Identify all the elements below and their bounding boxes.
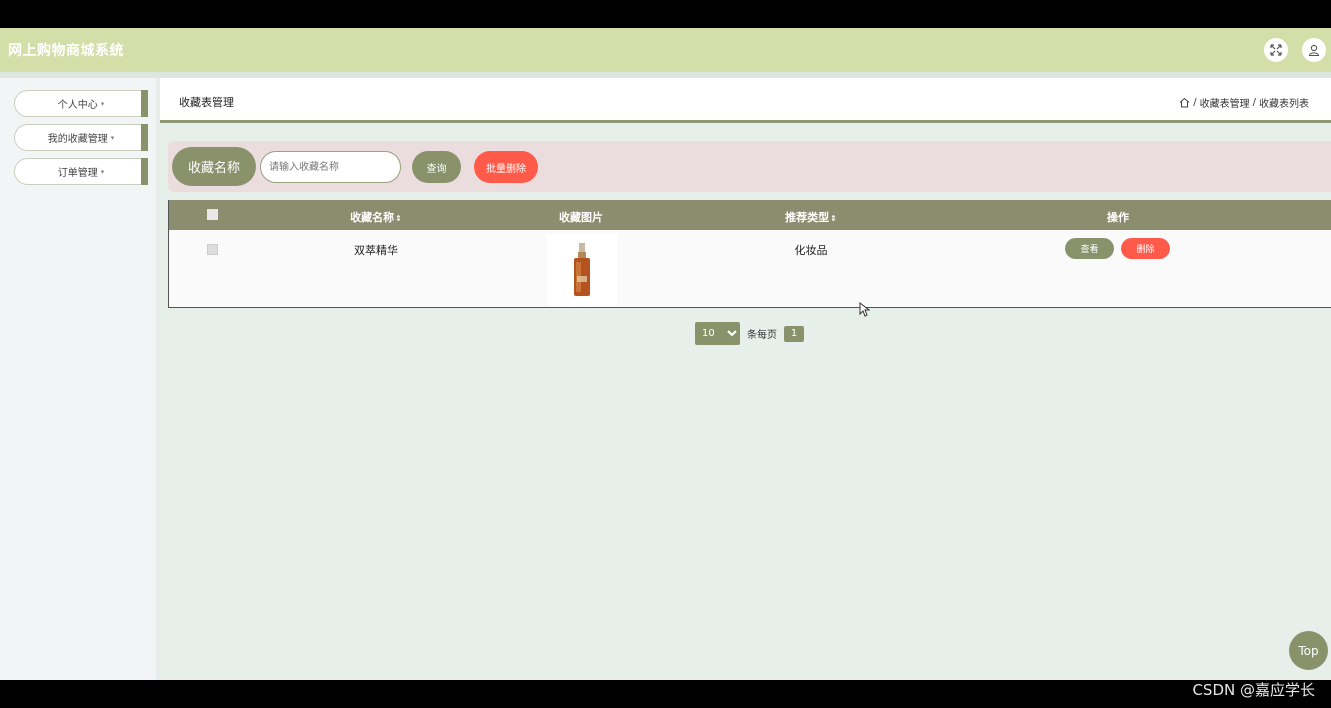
column-header-label: 收藏名称 xyxy=(350,211,395,224)
cursor-icon xyxy=(859,302,870,317)
cell-name: 双萃精华 xyxy=(354,244,398,257)
screen-top-bar xyxy=(0,0,1331,28)
select-all-checkbox[interactable] xyxy=(207,209,218,220)
product-image xyxy=(547,234,617,306)
column-header-image: 收藏图片 xyxy=(559,211,603,224)
breadcrumb-separator: / xyxy=(1252,97,1256,108)
breadcrumb-item: 收藏表列表 xyxy=(1259,99,1309,110)
back-to-top-button[interactable]: Top xyxy=(1289,631,1328,670)
chevron-down-icon: ▾ xyxy=(100,99,105,108)
view-button[interactable]: 查看 xyxy=(1065,238,1114,259)
chevron-down-icon: ▾ xyxy=(100,167,105,176)
per-page-label: 条每页 xyxy=(747,330,777,341)
page-header: 收藏表管理 / 收藏表管理 / 收藏表列表 xyxy=(160,78,1331,123)
column-header-name[interactable]: 收藏名称⇕ xyxy=(319,209,433,225)
user-icon xyxy=(1308,44,1320,56)
screen-bottom-bar xyxy=(0,680,1331,708)
query-button[interactable]: 查询 xyxy=(412,151,461,183)
column-header-label: 推荐类型 xyxy=(785,211,830,224)
home-icon[interactable] xyxy=(1179,97,1190,108)
cell-type: 化妆品 xyxy=(794,244,828,257)
page-number[interactable]: 1 xyxy=(784,325,804,342)
row-checkbox[interactable] xyxy=(207,244,218,255)
sidebar-item-personal-center[interactable]: 个人中心 ▾ xyxy=(14,90,148,117)
user-button[interactable] xyxy=(1302,38,1326,62)
batch-delete-button[interactable]: 批量删除 xyxy=(474,151,538,183)
chevron-down-icon: ▾ xyxy=(110,133,115,142)
column-header-type[interactable]: 推荐类型⇕ xyxy=(753,209,869,225)
table-header: 收藏名称⇕ 收藏图片 推荐类型⇕ 操作 xyxy=(169,200,1331,230)
page-size-select[interactable]: 10 xyxy=(695,322,740,345)
sidebar: 个人中心 ▾ 我的收藏管理 ▾ 订单管理 ▾ xyxy=(0,78,158,680)
watermark: CSDN @嘉应学长 xyxy=(1192,681,1315,699)
app-header: 网上购物商城系统 xyxy=(0,28,1331,72)
app-window: 网上购物商城系统 个人中心 ▾ 我的收藏管理 ▾ 订单管理 ▾ 收藏表管理 / 收藏表… xyxy=(0,28,1331,680)
sidebar-item-label: 个人中心 xyxy=(57,100,98,111)
fullscreen-button[interactable] xyxy=(1264,38,1288,62)
sidebar-item-label: 我的收藏管理 xyxy=(47,134,108,145)
fullscreen-icon xyxy=(1270,44,1282,56)
sidebar-item-label: 订单管理 xyxy=(57,168,98,179)
pagination: 10 条每页 1 xyxy=(695,322,804,345)
delete-button[interactable]: 删除 xyxy=(1121,238,1170,259)
sort-icon[interactable]: ⇕ xyxy=(395,214,402,223)
app-title: 网上购物商城系统 xyxy=(8,43,124,59)
breadcrumb-item[interactable]: 收藏表管理 xyxy=(1200,95,1250,110)
favorites-table: 收藏名称⇕ 收藏图片 推荐类型⇕ 操作 双萃精华 化妆品 查看 删除 xyxy=(168,200,1331,308)
sort-icon[interactable]: ⇕ xyxy=(830,214,837,223)
sidebar-item-orders[interactable]: 订单管理 ▾ xyxy=(14,158,148,185)
breadcrumb-separator: / xyxy=(1193,97,1197,108)
search-bar: 收藏名称 查询 批量删除 xyxy=(168,141,1331,192)
breadcrumb: / 收藏表管理 / 收藏表列表 xyxy=(1179,95,1309,110)
column-header-actions: 操作 xyxy=(1107,211,1129,224)
table-row: 双萃精华 化妆品 查看 删除 xyxy=(169,230,1331,307)
search-input[interactable] xyxy=(260,151,401,183)
page-title: 收藏表管理 xyxy=(179,96,234,109)
search-field-label: 收藏名称 xyxy=(172,147,256,186)
sidebar-item-favorites[interactable]: 我的收藏管理 ▾ xyxy=(14,124,148,151)
